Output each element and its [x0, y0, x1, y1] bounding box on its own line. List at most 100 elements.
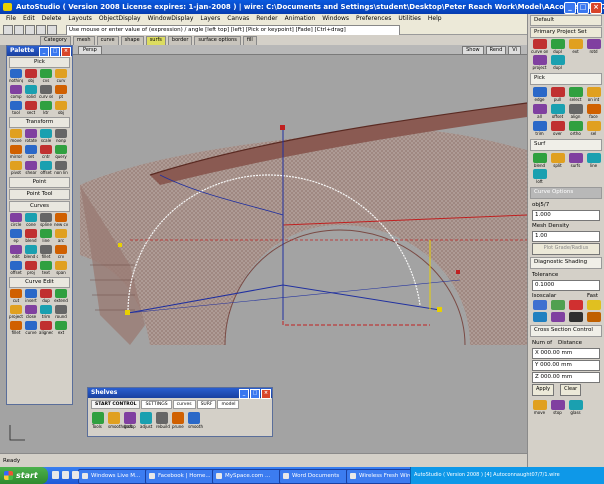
palette-tool[interactable]: round — [54, 305, 68, 320]
undo-icon[interactable] — [3, 25, 13, 35]
palette-tool[interactable]: pivot — [9, 161, 23, 176]
palette-tool[interactable]: non lin — [54, 161, 68, 176]
panel-tool[interactable]: project — [531, 55, 548, 71]
panel-tool[interactable]: surfs — [567, 153, 584, 169]
pick-section-header[interactable]: Pick — [530, 73, 602, 85]
shading-mode-icon[interactable] — [549, 300, 566, 311]
fast-option[interactable]: Fast — [587, 292, 598, 300]
viewport-button-show[interactable]: Show — [462, 46, 484, 55]
quick-launch-icon[interactable] — [72, 471, 79, 479]
shading-mode-icon[interactable] — [531, 312, 548, 323]
palette-tool[interactable]: fillet — [9, 321, 23, 336]
shelves-close-button[interactable]: × — [261, 389, 271, 399]
palette-tool[interactable]: close — [24, 305, 38, 320]
surf-section-header[interactable]: Surf — [530, 139, 602, 151]
palette-tool[interactable]: extend — [54, 289, 68, 304]
close-button[interactable]: × — [590, 2, 602, 14]
control-point[interactable] — [280, 125, 285, 130]
plot-grade-button[interactable]: Plot Grade/Radius — [532, 243, 600, 255]
panel-tool[interactable]: select — [567, 87, 584, 103]
menu-item-delete[interactable]: Delete — [42, 14, 62, 24]
shading-mode-icon[interactable] — [585, 312, 602, 323]
palette-section-1[interactable]: Transform — [9, 117, 70, 128]
palette-tool[interactable]: sect — [24, 101, 38, 116]
palette-tool[interactable]: blend — [24, 229, 38, 244]
palette-tool[interactable]: query — [54, 145, 68, 160]
palette-section-0[interactable]: Pick — [9, 57, 70, 68]
shelves-title-bar[interactable]: Shelves _ □ × — [88, 388, 272, 399]
panel-tool[interactable]: offset — [549, 104, 566, 120]
panel-tool[interactable]: move — [531, 400, 548, 416]
palette-tool[interactable]: obj — [24, 69, 38, 84]
palette-minimize-button[interactable]: _ — [39, 47, 49, 57]
palette-title-bar[interactable]: Palette _ □ × — [7, 46, 72, 57]
snap-curve-icon[interactable] — [36, 25, 46, 35]
cross-section-value-field[interactable]: Z 000.00 mm — [532, 372, 600, 383]
menu-item-layouts[interactable]: Layouts — [68, 14, 92, 24]
panel-tool[interactable]: line — [585, 153, 602, 169]
palette-tool[interactable]: offset — [9, 261, 23, 276]
panel-tool[interactable]: pull — [549, 87, 566, 103]
palette-tool[interactable]: fillet — [39, 245, 53, 260]
cross-section-value-field[interactable]: Y 000.00 mm — [532, 360, 600, 371]
panel-tool[interactable]: edge — [531, 87, 548, 103]
panel-tool[interactable]: curve on surf — [531, 39, 548, 55]
shelf-item[interactable]: smoothdraft — [108, 412, 133, 429]
palette-close-button[interactable]: × — [61, 47, 71, 57]
menu-item-help[interactable]: Help — [428, 14, 442, 24]
palette-tool[interactable]: rotate — [24, 129, 38, 144]
isoscalar-option[interactable]: Isoscalar — [532, 292, 556, 300]
palette-section-5[interactable]: Curve Edit — [9, 277, 70, 288]
palette-tool[interactable]: curv sect — [39, 85, 53, 100]
palette-tool[interactable]: move — [9, 129, 23, 144]
panel-tool[interactable]: align — [567, 104, 584, 120]
panel-tool[interactable]: dupl — [549, 55, 566, 71]
panel-tool[interactable]: stop — [549, 400, 566, 416]
palette-tool[interactable]: text — [39, 261, 53, 276]
clear-button[interactable]: Clear — [560, 384, 582, 396]
palette-tool[interactable]: ep — [9, 229, 23, 244]
palette-tool[interactable]: curv — [54, 69, 68, 84]
palette-tool[interactable]: mirror — [9, 145, 23, 160]
palette-tool[interactable]: cut — [9, 289, 23, 304]
palette-tool[interactable]: solid — [24, 85, 38, 100]
viewport-button-vi[interactable]: Vi — [508, 46, 521, 55]
panel-tool[interactable]: rotd — [585, 39, 602, 55]
palette-tool[interactable]: tool — [9, 101, 23, 116]
panel-tool[interactable]: split — [549, 153, 566, 169]
palette-tool[interactable]: ext — [54, 321, 68, 336]
shading-mode-icon[interactable] — [567, 300, 584, 311]
panel-tool[interactable]: sel — [585, 121, 602, 137]
palette-tool[interactable]: pt — [54, 85, 68, 100]
snap-point-icon[interactable] — [47, 25, 57, 35]
minimize-button[interactable]: _ — [564, 2, 576, 14]
palette-tool[interactable]: shear — [24, 161, 38, 176]
palette-section-3[interactable]: Point Tool — [9, 189, 70, 200]
curve-options-header[interactable]: Curve Options — [530, 187, 602, 199]
shading-mode-icon[interactable] — [549, 312, 566, 323]
palette-tool[interactable]: circle — [9, 213, 23, 228]
panel-tool[interactable]: ext — [567, 39, 584, 55]
menu-item-canvas[interactable]: Canvas — [227, 14, 249, 24]
panel-tool[interactable]: over — [549, 121, 566, 137]
shelves-tab-3[interactable]: SURF — [196, 400, 217, 409]
palette-maximize-button[interactable]: □ — [50, 47, 60, 57]
menu-item-windowdisplay[interactable]: WindowDisplay — [148, 14, 194, 24]
viewport-label[interactable]: Persp — [78, 46, 102, 55]
palette-tool[interactable]: cone — [24, 213, 38, 228]
menu-item-animation[interactable]: Animation — [285, 14, 316, 24]
palette-tool[interactable]: proj — [24, 261, 38, 276]
palette-tool[interactable]: cvs — [39, 69, 53, 84]
panel-tool[interactable]: all — [531, 104, 548, 120]
shelves-tab-1[interactable]: SETTINGS — [141, 400, 172, 409]
panel-tool[interactable]: loft — [531, 169, 548, 185]
shelves-minimize-button[interactable]: _ — [239, 389, 249, 399]
panel-tool[interactable]: ortho — [567, 121, 584, 137]
menu-item-render[interactable]: Render — [256, 14, 277, 24]
panel-tool[interactable]: on int — [585, 87, 602, 103]
palette-tool[interactable]: edit — [9, 245, 23, 260]
palette-tool[interactable]: aligned — [39, 321, 53, 336]
menu-item-layers[interactable]: Layers — [200, 14, 220, 24]
palette-tool[interactable]: spline — [39, 213, 53, 228]
palette-tool[interactable]: arc — [54, 229, 68, 244]
